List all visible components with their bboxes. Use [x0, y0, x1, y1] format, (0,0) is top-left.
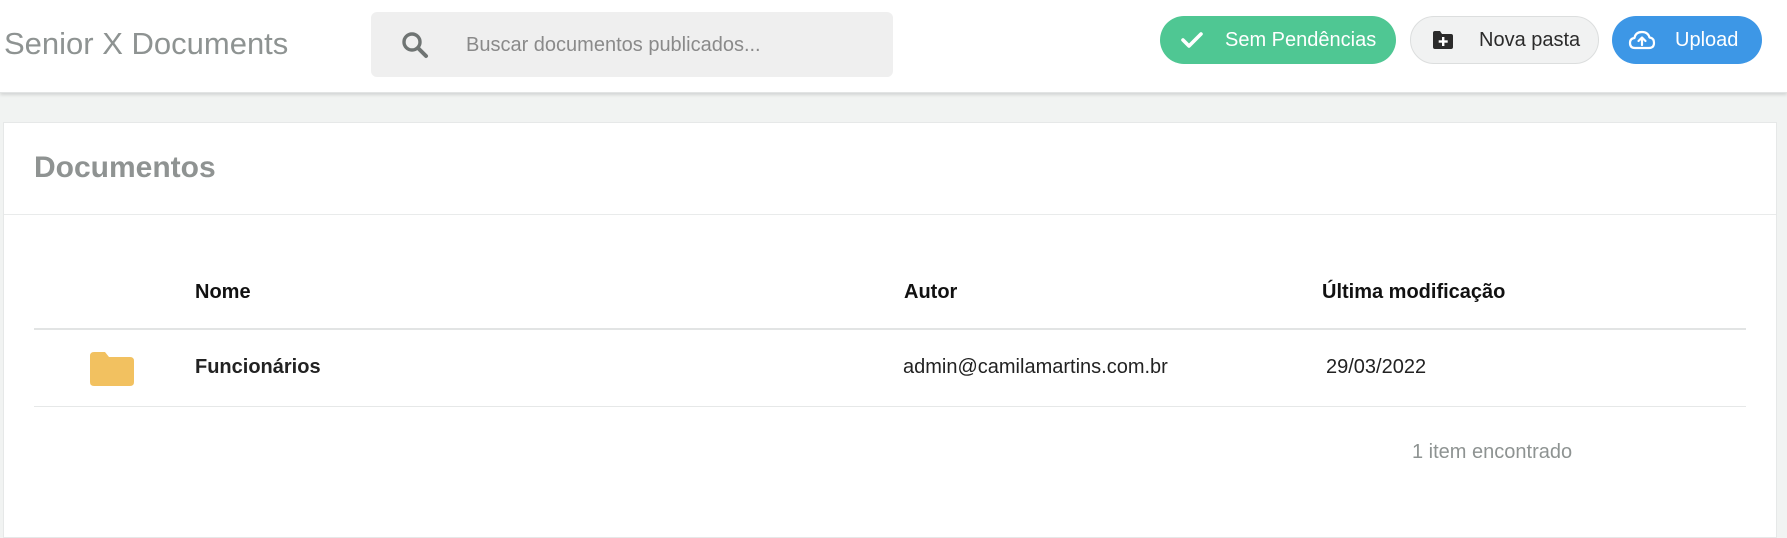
upload-button-label: Upload [1675, 28, 1739, 51]
row-name[interactable]: Funcionários [195, 356, 321, 379]
new-folder-button[interactable]: Nova pasta [1410, 16, 1599, 64]
folder-plus-icon [1429, 26, 1457, 54]
column-header-modified[interactable]: Última modificação [1322, 281, 1505, 304]
folder-icon [90, 352, 134, 386]
pendencias-button-label: Sem Pendências [1225, 28, 1377, 51]
column-header-name[interactable]: Nome [195, 281, 251, 304]
table-row[interactable]: Funcionários admin@camilamartins.com.br … [34, 330, 1746, 407]
cloud-upload-icon [1628, 26, 1656, 54]
documents-panel: Documentos Nome Autor Última modificação… [3, 122, 1777, 538]
row-author: admin@camilamartins.com.br [903, 356, 1168, 378]
search-icon[interactable] [401, 31, 429, 59]
top-bar: Senior X Documents Sem Pendências Nova p… [0, 0, 1787, 93]
upload-button[interactable]: Upload [1612, 16, 1762, 64]
page-title: Documentos [34, 151, 216, 184]
new-folder-button-label: Nova pasta [1479, 28, 1581, 51]
check-icon [1178, 26, 1206, 54]
column-header-author[interactable]: Autor [904, 281, 957, 304]
search-box[interactable] [371, 12, 893, 77]
title-divider [4, 214, 1776, 215]
result-count: 1 item encontrado [1412, 441, 1573, 463]
pendencias-button[interactable]: Sem Pendências [1160, 16, 1396, 64]
row-modified: 29/03/2022 [1326, 356, 1427, 378]
search-input[interactable] [464, 26, 864, 64]
app-title: Senior X Documents [4, 26, 289, 61]
